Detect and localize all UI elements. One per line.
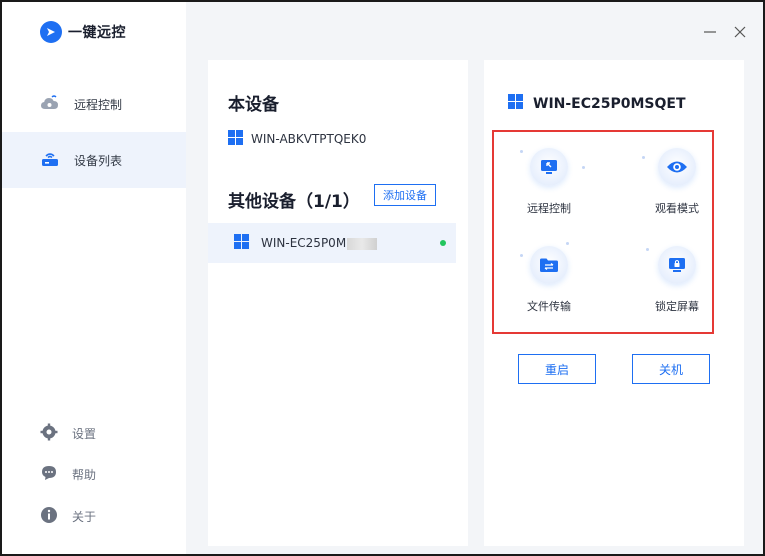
minimize-button[interactable] [700,22,720,42]
eye-icon [658,148,696,186]
view-mode-action[interactable]: 观看模式 [632,148,722,216]
sidebar: 一键远控 远程控制 设备列表 设置 帮助 关于 [2,2,186,554]
this-device-name: WIN-ABKVTPTQEK0 [251,132,367,146]
sidebar-item-label: 设置 [72,427,97,441]
windows-icon [234,234,249,252]
restart-button[interactable]: 重启 [518,354,596,384]
sidebar-item-remote-control[interactable]: 远程控制 [2,76,186,132]
gear-icon [40,423,58,444]
redacted-text [347,237,378,250]
target-device-title: WIN-EC25P0MSQET [508,94,686,113]
minimize-icon [704,31,716,33]
remote-control-action[interactable]: 远程控制 [504,148,594,216]
windows-icon [508,94,523,113]
device-list-icon [40,150,60,171]
online-status-dot [440,240,446,246]
action-label: 文件传输 [527,300,571,313]
logo-icon [40,21,62,43]
lock-screen-action[interactable]: 锁定屏幕 [632,246,722,314]
action-label: 远程控制 [527,202,571,215]
sidebar-item-label: 设备列表 [74,153,123,168]
device-name: WIN-EC25P0M [261,236,378,250]
decoration-dot [566,242,569,245]
action-label: 锁定屏幕 [655,300,699,313]
sidebar-item-settings[interactable]: 设置 [40,423,96,444]
sidebar-item-label: 远程控制 [74,97,123,112]
target-device-name: WIN-EC25P0MSQET [533,95,686,112]
folder-transfer-icon [530,246,568,284]
app-window: 一键远控 远程控制 设备列表 设置 帮助 关于 本设备 WIN-ABKVTPTQ… [0,0,765,556]
device-detail-panel: WIN-EC25P0MSQET 远程控制 观看模式 文件传输 锁定屏幕 重启 关… [484,60,744,546]
file-transfer-action[interactable]: 文件传输 [504,246,594,314]
device-list-item[interactable]: WIN-EC25P0M [208,223,456,263]
this-device-title: 本设备 [228,95,279,115]
sidebar-item-label: 帮助 [72,468,97,482]
chat-help-icon [40,464,58,485]
close-icon [734,26,746,38]
close-button[interactable] [730,22,750,42]
sidebar-item-help[interactable]: 帮助 [40,464,96,485]
app-name: 一键远控 [68,25,126,41]
this-device-entry: WIN-ABKVTPTQEK0 [228,130,366,148]
windows-icon [228,130,243,148]
sidebar-item-about[interactable]: 关于 [40,506,96,527]
add-device-button[interactable]: 添加设备 [374,184,436,206]
info-icon [40,506,58,527]
sidebar-item-label: 关于 [72,510,97,524]
action-label: 观看模式 [655,202,699,215]
shutdown-button[interactable]: 关机 [632,354,710,384]
remote-control-icon [530,148,568,186]
lock-screen-icon [658,246,696,284]
other-devices-title: 其他设备（1/1） [228,192,360,212]
app-logo: 一键远控 [40,21,126,43]
cloud-remote-icon [40,94,60,115]
sidebar-item-device-list[interactable]: 设备列表 [2,132,186,188]
device-list-panel: 本设备 WIN-ABKVTPTQEK0 其他设备（1/1） 添加设备 WIN-E… [208,60,468,546]
